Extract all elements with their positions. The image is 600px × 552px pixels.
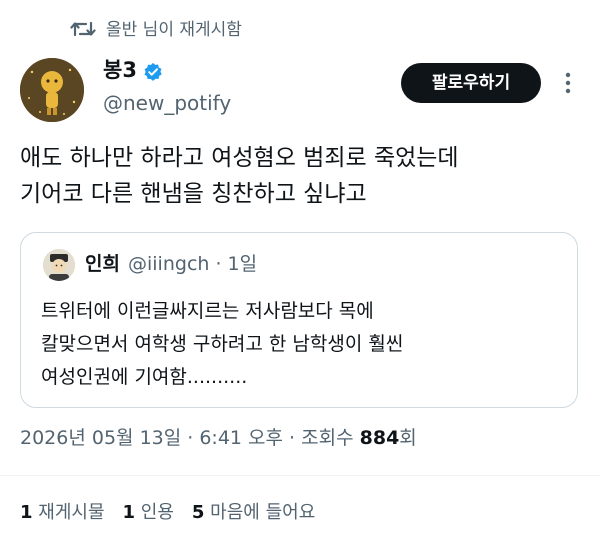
verified-badge-icon bbox=[144, 62, 162, 81]
quoted-author-avatar[interactable] bbox=[43, 249, 75, 281]
quoted-author-handle-time[interactable]: @iiingch · 1일 bbox=[128, 251, 257, 277]
quotes-label: 인용 bbox=[140, 502, 174, 523]
more-options-icon[interactable] bbox=[558, 70, 578, 96]
likes-stat[interactable]: 5 마음에 들어요 bbox=[192, 502, 315, 523]
view-count: 884 bbox=[359, 427, 400, 449]
quoted-text-line: 칼맞으면서 여학생 구하려고 한 남학생이 훨씬 bbox=[41, 333, 404, 355]
quoted-tweet-card[interactable]: 인희 @iiingch · 1일 트위터에 이런글싸지르는 저사람보다 목에 칼… bbox=[20, 232, 578, 408]
reposts-label: 재게시물 bbox=[38, 502, 105, 523]
author-handle[interactable]: @new_potify bbox=[103, 90, 231, 116]
repost-banner-text[interactable]: 올반 님이 재게시함 bbox=[106, 18, 242, 42]
likes-label: 마음에 들어요 bbox=[210, 502, 316, 523]
quotes-count: 1 bbox=[122, 502, 136, 523]
author-display-name[interactable]: 봉3 bbox=[103, 56, 137, 84]
timestamp-text: 2026년 05월 13일 · 6:41 오후 · 조회수 bbox=[20, 427, 360, 449]
engagement-stats: 1 재게시물 1 인용 5 마음에 들어요 bbox=[20, 500, 315, 526]
divider bbox=[0, 475, 600, 476]
likes-count: 5 bbox=[191, 502, 205, 523]
view-count-suffix: 회 bbox=[399, 427, 417, 449]
tweet-text-line: 기어코 다른 핸냄을 칭찬하고 싶냐고 bbox=[20, 181, 367, 207]
quoted-text-line: 트위터에 이런글싸지르는 저사람보다 목에 bbox=[41, 300, 374, 322]
reposts-stat[interactable]: 1 재게시물 bbox=[20, 502, 105, 523]
tweet-text-line: 애도 하나만 하라고 여성혐오 범죄로 죽었는데 bbox=[20, 145, 459, 171]
quotes-stat[interactable]: 1 인용 bbox=[123, 502, 174, 523]
quoted-author-name[interactable]: 인희 bbox=[85, 251, 120, 277]
quoted-avatar-image bbox=[43, 249, 75, 281]
reposts-count: 1 bbox=[20, 502, 33, 523]
author-avatar[interactable] bbox=[20, 58, 84, 122]
quoted-text-line: 여성인권에 기여함.......... bbox=[41, 366, 248, 388]
avatar-image bbox=[20, 58, 84, 122]
quoted-tweet-text: 트위터에 이런글싸지르는 저사람보다 목에 칼맞으면서 여학생 구하려고 한 남… bbox=[41, 295, 403, 394]
repost-icon bbox=[70, 21, 96, 37]
follow-button[interactable]: 팔로우하기 bbox=[401, 63, 541, 103]
tweet-timestamp[interactable]: 2026년 05월 13일 · 6:41 오후 · 조회수 884회 bbox=[20, 425, 417, 451]
tweet-text: 애도 하나만 하라고 여성혐오 범죄로 죽었는데 기어코 다른 핸냄을 칭찬하고… bbox=[20, 140, 580, 212]
